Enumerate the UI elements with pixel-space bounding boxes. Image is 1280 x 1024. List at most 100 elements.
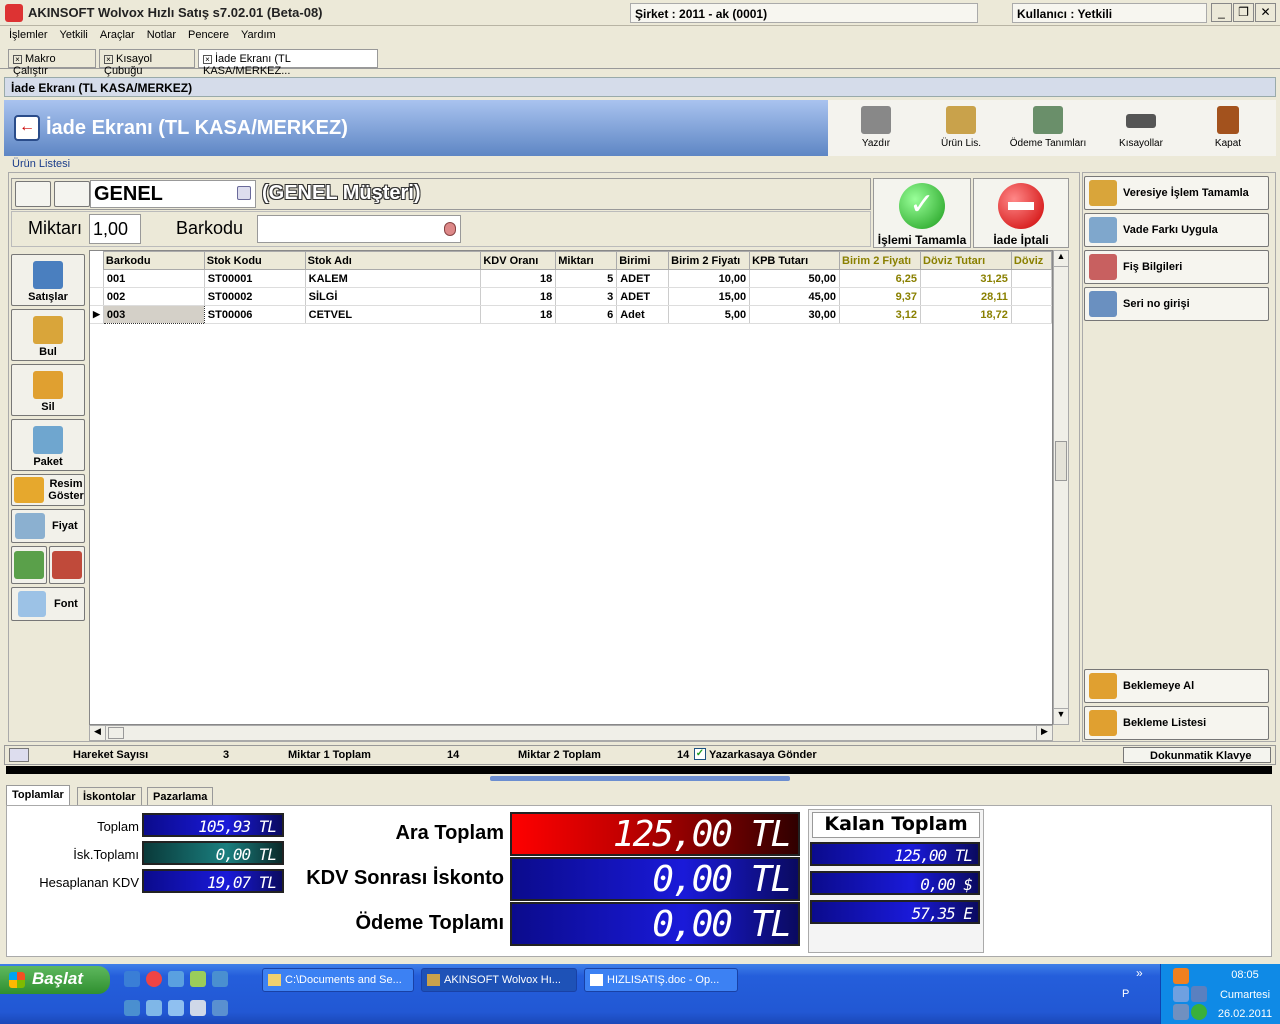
product-grid[interactable]: Barkodu Stok Kodu Stok Adı KDV Oranı Mik… — [89, 250, 1053, 725]
restore-button[interactable]: ❐ — [1233, 3, 1254, 22]
quicklaunch-icon[interactable] — [168, 1000, 184, 1016]
customer-search-button[interactable] — [15, 181, 51, 207]
col-barkodu[interactable]: Barkodu — [102, 251, 205, 270]
col-doviz-tutari[interactable]: Döviz Tutarı — [920, 251, 1012, 270]
cell-stok-adi[interactable]: KALEM — [305, 269, 482, 288]
cell-kdv[interactable]: 18 — [480, 269, 557, 288]
cell-stok-kodu[interactable]: ST00002 — [204, 287, 306, 306]
menu-pencere[interactable]: Pencere — [185, 27, 232, 43]
serial-entry-button[interactable]: Seri no girişi — [1084, 287, 1269, 321]
barcode-lookup-icon[interactable] — [444, 222, 456, 236]
col-kpb-tutari[interactable]: KPB Tutarı — [749, 251, 841, 270]
cell-barkodu[interactable]: 001 — [103, 269, 205, 288]
payment-defs-button[interactable]: Ödeme Tanımları — [1006, 104, 1090, 154]
shortcuts-button[interactable]: Kısayollar — [1110, 104, 1172, 154]
menu-yetkili[interactable]: Yetkili — [57, 27, 91, 43]
close-window-button[interactable]: ✕ — [1255, 3, 1276, 22]
lookup-icon[interactable] — [237, 186, 251, 200]
cell-stok-kodu[interactable]: ST00001 — [204, 269, 306, 288]
find-button[interactable]: Bul — [11, 309, 85, 361]
table-row-selected[interactable]: ▶ 003 ST00006 CETVEL 18 6 Adet 5,00 30,0… — [90, 305, 1053, 324]
cell-kdv[interactable]: 18 — [480, 287, 557, 306]
col-miktari[interactable]: Miktarı — [555, 251, 618, 270]
quicklaunch-icon[interactable] — [124, 1000, 140, 1016]
table-row[interactable]: 001 ST00001 KALEM 18 5 ADET 10,00 50,00 … — [90, 269, 1053, 288]
show-image-button[interactable]: Resim Göster — [11, 474, 85, 506]
quicklaunch-icon[interactable] — [190, 971, 206, 987]
cell-kpb-tutar[interactable]: 45,00 — [749, 287, 841, 306]
cell-doviz[interactable] — [1011, 287, 1053, 306]
col-stok-kodu[interactable]: Stok Kodu — [203, 251, 306, 270]
send-register-checkbox[interactable]: ✓ — [694, 748, 706, 760]
shield-icon[interactable] — [1191, 1004, 1207, 1020]
cancel-return-button[interactable]: İade İptali — [973, 178, 1069, 248]
browser-icon[interactable] — [146, 971, 162, 987]
cell-stok-adi[interactable]: SİLGİ — [305, 287, 482, 306]
cell-birim2-doviz[interactable]: 9,37 — [839, 287, 921, 306]
cell-barkodu[interactable]: 003 — [102, 305, 205, 324]
credit-complete-button[interactable]: Veresiye İşlem Tamamla — [1084, 176, 1269, 210]
network-icon[interactable] — [1173, 986, 1189, 1002]
quicklaunch-icon[interactable] — [168, 971, 184, 987]
quicklaunch-icon[interactable] — [212, 971, 228, 987]
tray-icon[interactable] — [1173, 1004, 1189, 1020]
col-doviz[interactable]: Döviz — [1010, 251, 1053, 270]
col-birim2-fiyati[interactable]: Birim 2 Fiyatı — [668, 251, 751, 270]
cell-birim[interactable]: ADET — [616, 269, 670, 288]
tab-pazarlama[interactable]: Pazarlama — [147, 787, 214, 807]
cell-doviz-tutar[interactable]: 18,72 — [920, 305, 1012, 324]
customer-card-button[interactable] — [54, 181, 90, 207]
taskbar-overflow-chevron[interactable]: » — [1136, 966, 1143, 980]
quantity-field[interactable]: 1,00 — [89, 214, 141, 244]
cell-miktar[interactable]: 3 — [555, 287, 618, 306]
tab-toplamlar[interactable]: Toplamlar — [6, 785, 70, 805]
move-down-button[interactable] — [49, 546, 85, 584]
menu-yardim[interactable]: Yardım — [238, 27, 279, 43]
grid-vertical-scrollbar[interactable]: ▲ ▼ — [1053, 250, 1069, 725]
font-button[interactable]: Font — [11, 587, 85, 621]
cell-birim2-fiyat[interactable]: 10,00 — [668, 269, 751, 288]
splitter-handle[interactable] — [490, 776, 790, 781]
cell-kdv[interactable]: 18 — [480, 305, 557, 324]
tab-makro[interactable]: × Makro Çalıştır — [8, 49, 96, 77]
col-birim2-fiyati-doviz[interactable]: Birim 2 Fiyatı — [839, 251, 921, 270]
tab-iade[interactable]: × İade Ekranı (TL KASA/MERKEZ... — [198, 49, 378, 77]
col-kdv-orani[interactable]: KDV Oranı — [480, 251, 557, 270]
start-button[interactable]: Başlat — [0, 966, 110, 994]
tab-close-icon[interactable]: × — [104, 55, 113, 64]
cell-stok-adi[interactable]: CETVEL — [305, 305, 482, 324]
cell-birim2-doviz[interactable]: 3,12 — [839, 305, 921, 324]
print-button[interactable]: Yazdır — [846, 104, 906, 154]
quicklaunch-icon[interactable] — [146, 1000, 162, 1016]
minimize-button[interactable]: _ — [1211, 3, 1232, 22]
cell-stok-kodu[interactable]: ST00006 — [204, 305, 306, 324]
cell-doviz[interactable] — [1011, 269, 1053, 288]
hold-button[interactable]: Beklemeye Al — [1084, 669, 1269, 703]
tray-icon[interactable] — [1173, 968, 1189, 984]
menu-islemler[interactable]: İşlemler — [6, 27, 51, 43]
task-wolvox[interactable]: AKINSOFT Wolvox Hı... — [421, 968, 577, 992]
product-list-button[interactable]: Ürün Lis. — [928, 104, 994, 154]
col-birimi[interactable]: Birimi — [616, 251, 670, 270]
tab-kisayol[interactable]: × Kısayol Çubuğu — [99, 49, 195, 77]
complete-button[interactable]: ✓ İşlemi Tamamla — [873, 178, 971, 248]
ie-icon[interactable] — [124, 971, 140, 987]
touch-keyboard-button[interactable]: Dokunmatik Klavye — [1123, 747, 1271, 763]
table-row[interactable]: 002 ST00002 SİLGİ 18 3 ADET 15,00 45,00 … — [90, 287, 1053, 306]
scroll-left-icon[interactable]: ◀ — [90, 726, 106, 740]
move-up-button[interactable] — [11, 546, 47, 584]
cell-doviz-tutar[interactable]: 28,11 — [920, 287, 1012, 306]
cell-birim2-fiyat[interactable]: 5,00 — [668, 305, 751, 324]
menu-araclar[interactable]: Araçlar — [97, 27, 138, 43]
close-form-button[interactable]: Kapat — [1198, 104, 1258, 154]
cell-birim[interactable]: ADET — [616, 287, 670, 306]
cell-birim2-fiyat[interactable]: 15,00 — [668, 287, 751, 306]
tab-iskontolar[interactable]: İskontolar — [77, 787, 142, 807]
cell-barkodu[interactable]: 002 — [103, 287, 205, 306]
sales-button[interactable]: Satışlar — [11, 254, 85, 306]
cell-doviz[interactable] — [1011, 305, 1053, 324]
tab-close-icon[interactable]: × — [13, 55, 22, 64]
term-diff-button[interactable]: Vade Farkı Uygula — [1084, 213, 1269, 247]
price-button[interactable]: Fiyat — [11, 509, 85, 543]
menu-notlar[interactable]: Notlar — [144, 27, 179, 43]
